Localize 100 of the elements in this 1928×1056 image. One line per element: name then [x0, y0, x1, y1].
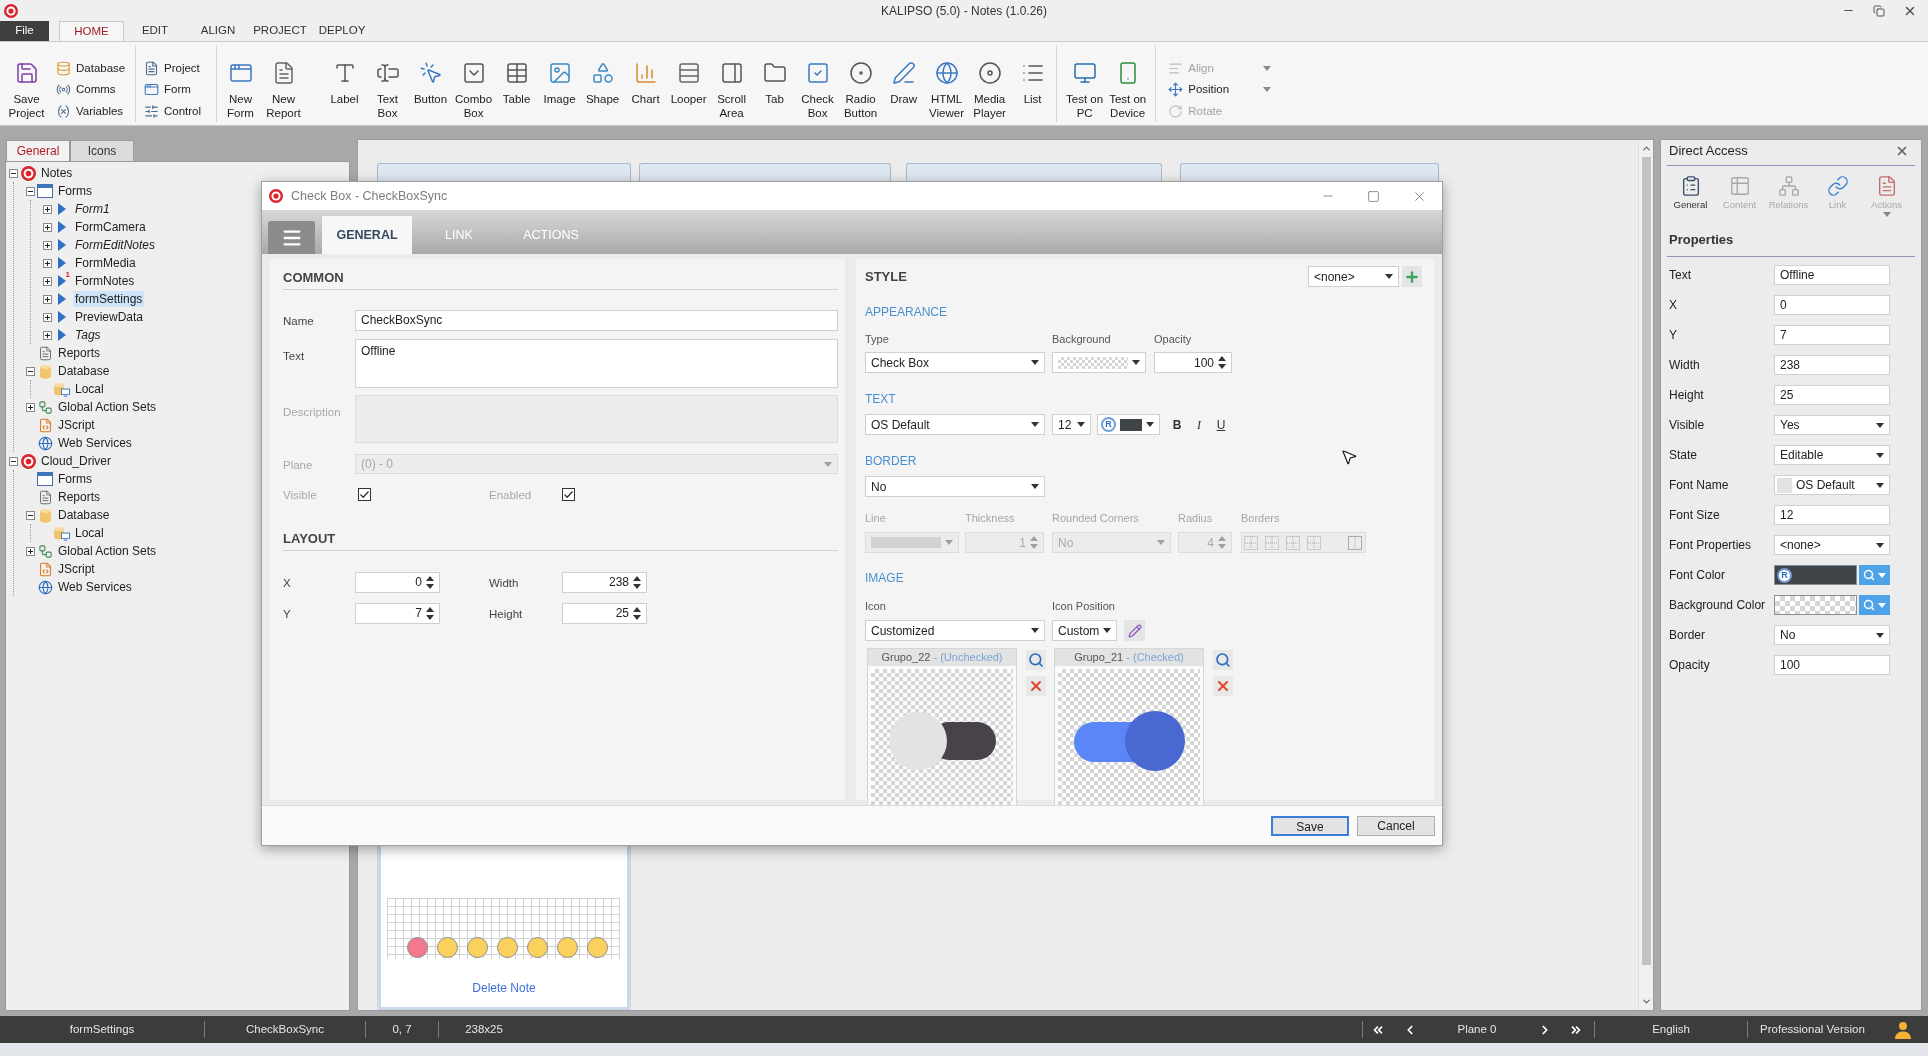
language-label[interactable]: English	[1594, 1021, 1747, 1038]
tree-item[interactable]: Form1	[73, 201, 112, 217]
tree-item[interactable]: Notes	[39, 165, 75, 181]
dialog-button[interactable]: Cancel	[1357, 815, 1435, 836]
tree-item[interactable]: JScript	[56, 417, 97, 433]
panel-tab[interactable]: Icons	[70, 140, 134, 161]
expand-icon[interactable]	[42, 258, 52, 268]
dialog-button[interactable]: Save	[1271, 815, 1349, 836]
property-field[interactable]: Offline	[1774, 265, 1890, 285]
number-field[interactable]: 238	[562, 571, 647, 593]
ribbon-button[interactable]: Text Box	[366, 61, 409, 120]
tree-item[interactable]: Local	[73, 381, 106, 397]
property-dropdown[interactable]: Editable	[1774, 445, 1890, 465]
ribbon-button[interactable]: Test on PC	[1063, 61, 1107, 120]
ribbon-button[interactable]: Save Project	[5, 61, 48, 120]
color-picker-button[interactable]	[1859, 565, 1890, 585]
expand-icon[interactable]	[42, 312, 52, 322]
up-down-arrows-icon[interactable]	[426, 606, 434, 620]
up-down-arrows-icon[interactable]	[426, 575, 434, 589]
property-field[interactable]: 7	[1774, 325, 1890, 345]
ribbon-button[interactable]: Control	[140, 100, 216, 122]
color-picker-button[interactable]	[1859, 595, 1890, 615]
file-menu-button[interactable]: File	[0, 21, 49, 41]
collapse-icon[interactable]	[8, 456, 18, 466]
maximize-icon[interactable]	[1367, 189, 1380, 203]
tree-item[interactable]: Global Action Sets	[56, 399, 159, 415]
ribbon-button[interactable]: Table	[495, 61, 539, 106]
font-dropdown[interactable]: OS Default	[865, 414, 1045, 435]
property-dropdown[interactable]: <none>	[1774, 535, 1890, 555]
dialog-tab[interactable]: GENERAL	[322, 216, 412, 254]
checkbox[interactable]	[358, 487, 371, 501]
ribbon-button[interactable]: List	[1011, 61, 1055, 106]
tree-item[interactable]: Reports	[56, 345, 103, 361]
up-down-arrows-icon[interactable]	[633, 575, 641, 589]
number-field[interactable]: 0	[355, 571, 440, 593]
property-field[interactable]: 12	[1774, 505, 1890, 525]
transparent-swatch[interactable]	[1774, 595, 1857, 615]
ribbon-button[interactable]: Form	[140, 79, 216, 101]
delete-note-link[interactable]: Delete Note	[472, 981, 536, 995]
tree-item[interactable]: PreviewData	[73, 309, 146, 325]
tree-item[interactable]: Cloud_Driver	[39, 453, 114, 469]
ribbon-button[interactable]: Media Player	[968, 61, 1012, 120]
size-dropdown[interactable]: 12	[1052, 414, 1091, 435]
restore-icon[interactable]	[1873, 4, 1885, 17]
icon-position-dropdown[interactable]: Custom	[1052, 620, 1117, 641]
ribbon-tab[interactable]: EDIT	[124, 21, 186, 41]
tree-item[interactable]: FormNotes	[73, 273, 137, 289]
ribbon-button[interactable]: Label	[323, 61, 366, 106]
ribbon-button[interactable]: Combo Box	[452, 61, 496, 120]
collapse-icon[interactable]	[25, 510, 35, 520]
expand-icon[interactable]	[42, 276, 52, 286]
menu-button[interactable]	[268, 221, 315, 254]
collapse-icon[interactable]	[25, 186, 35, 196]
search-button[interactable]	[1026, 650, 1046, 670]
tree-item[interactable]: Database	[56, 507, 112, 523]
style-dropdown[interactable]: <none>	[1308, 266, 1399, 287]
tree-item[interactable]: Forms	[56, 471, 94, 487]
tree-item[interactable]: Web Services	[56, 579, 134, 595]
property-field[interactable]: 100	[1774, 655, 1890, 675]
ribbon-button[interactable]: Tab	[753, 61, 797, 106]
tree-item[interactable]: Tags	[73, 327, 103, 343]
tree-item[interactable]: Forms	[56, 183, 94, 199]
icon-dropdown[interactable]: Customized	[865, 620, 1045, 641]
ribbon-button[interactable]: Check Box	[796, 61, 840, 120]
property-field[interactable]: 0	[1774, 295, 1890, 315]
tree-item[interactable]: formSettings	[73, 291, 145, 307]
tool-tab[interactable]: General	[1666, 175, 1715, 211]
ribbon-button[interactable]: Chart	[624, 61, 668, 106]
type-dropdown[interactable]: Check Box	[865, 352, 1045, 373]
property-field[interactable]: 238	[1774, 355, 1890, 375]
collapse-icon[interactable]	[25, 366, 35, 376]
ribbon-button[interactable]: Scroll Area	[710, 61, 754, 120]
up-down-arrows-icon[interactable]	[633, 606, 641, 620]
ribbon-tab[interactable]: ALIGN	[186, 21, 250, 41]
tree-item[interactable]: Global Action Sets	[56, 543, 159, 559]
ribbon-button[interactable]: New Form	[219, 61, 262, 120]
property-field[interactable]: 25	[1774, 385, 1890, 405]
up-down-arrows-icon[interactable]	[1218, 356, 1226, 369]
ribbon-button[interactable]: Test on Device	[1106, 61, 1150, 120]
checkbox[interactable]	[562, 487, 575, 501]
ribbon-button[interactable]: Image	[538, 61, 582, 106]
ribbon-button[interactable]: New Report	[262, 61, 305, 120]
expand-icon[interactable]	[42, 204, 52, 214]
add-style-button[interactable]	[1402, 266, 1422, 287]
ribbon-tab[interactable]: DEPLOY	[310, 21, 374, 41]
collapse-icon[interactable]	[8, 168, 18, 178]
panel-tab[interactable]: General	[6, 140, 70, 161]
opacity-field[interactable]: 100	[1154, 352, 1232, 373]
number-field[interactable]: 7	[355, 602, 440, 624]
tree-item[interactable]: JScript	[56, 561, 97, 577]
color-swatch[interactable]: R	[1774, 565, 1857, 585]
font-dropdown[interactable]: OS Default	[1774, 475, 1890, 495]
format-button[interactable]: B	[1168, 415, 1186, 434]
form-window[interactable]: Delete Note	[377, 846, 631, 1010]
color-picker[interactable]: R	[1097, 414, 1160, 435]
ribbon-button[interactable]: Variables	[52, 100, 135, 122]
tree-item[interactable]: FormMedia	[73, 255, 138, 271]
expand-icon[interactable]	[42, 240, 52, 250]
scroll-thumb[interactable]	[1641, 157, 1651, 965]
search-button[interactable]	[1213, 650, 1233, 670]
